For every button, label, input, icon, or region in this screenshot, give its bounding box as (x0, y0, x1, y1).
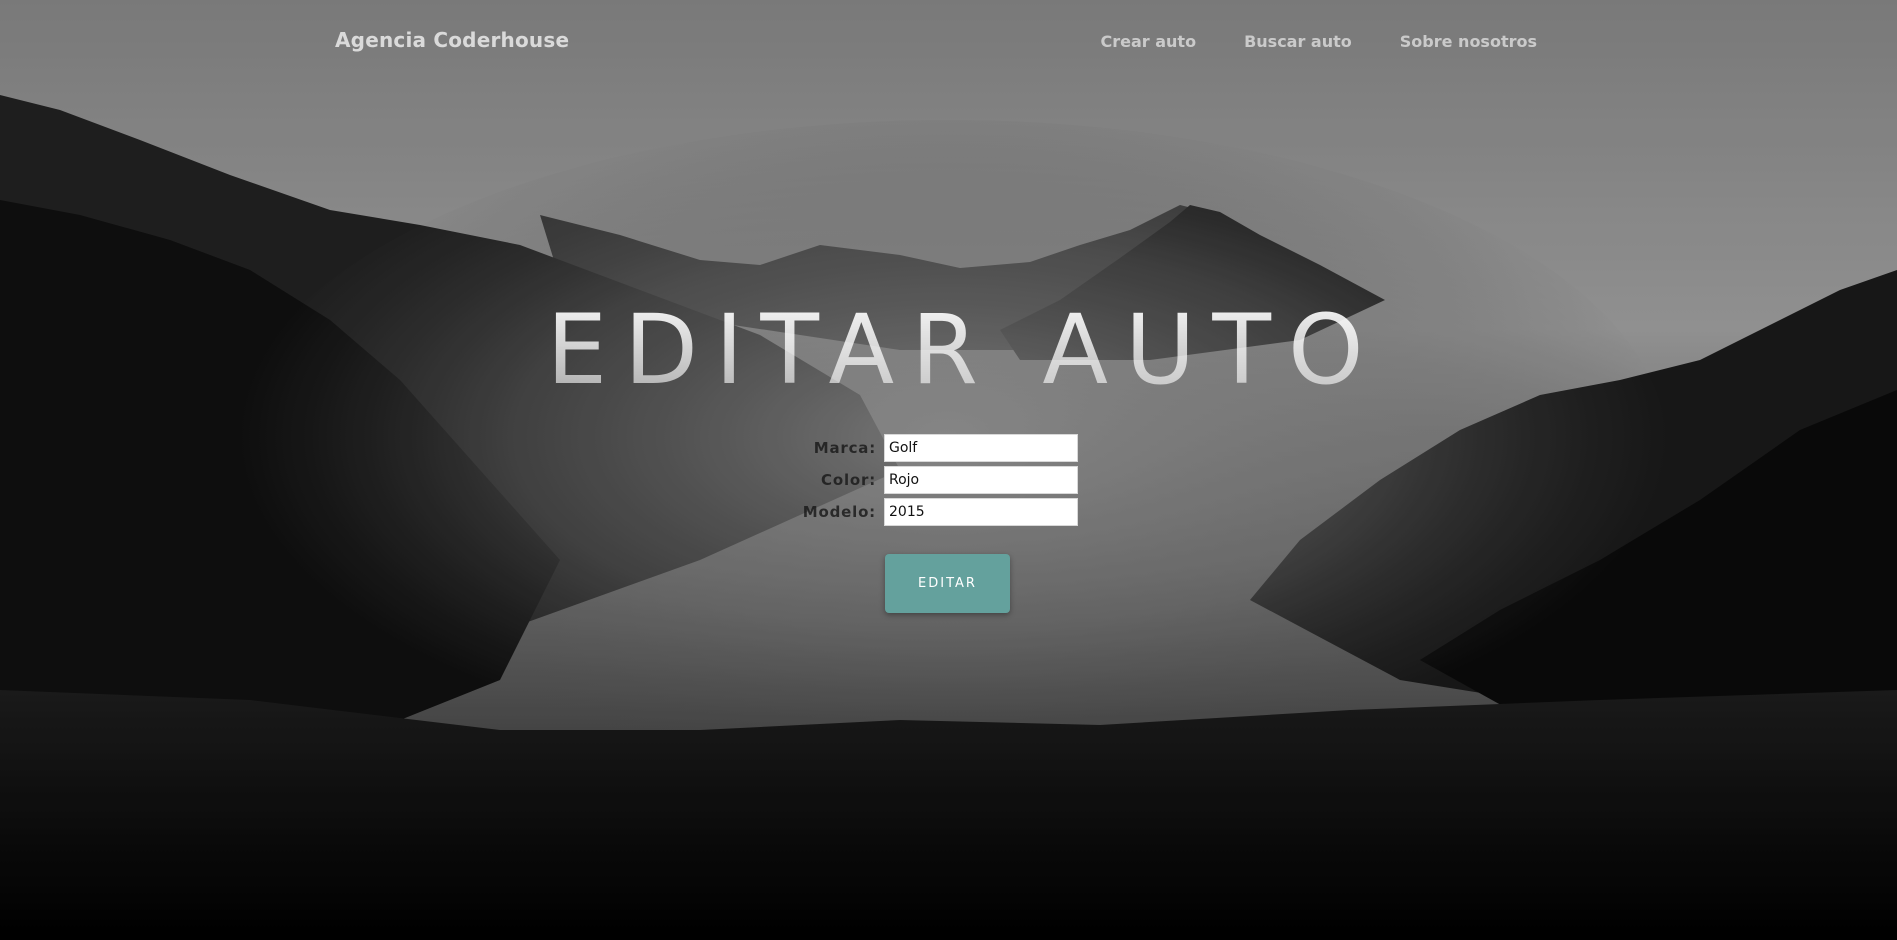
modelo-input[interactable] (884, 498, 1078, 526)
color-input[interactable] (884, 466, 1078, 494)
form-row-modelo: Modelo: (800, 498, 1100, 526)
editar-button[interactable]: EDITAR (885, 554, 1010, 613)
brand-link[interactable]: Agencia Coderhouse (335, 28, 569, 52)
form-row-marca: Marca: (800, 434, 1100, 462)
nav-link-crear-auto[interactable]: Crear auto (1101, 32, 1197, 51)
edit-auto-form: Marca: Color: Modelo: (800, 434, 1100, 530)
nav-link-buscar-auto[interactable]: Buscar auto (1244, 32, 1352, 51)
form-row-color: Color: (800, 466, 1100, 494)
navbar: Agencia Coderhouse Crear auto Buscar aut… (0, 0, 1897, 86)
color-label: Color: (821, 471, 876, 489)
modelo-label: Modelo: (802, 503, 876, 521)
marca-input[interactable] (884, 434, 1078, 462)
marca-label: Marca: (813, 439, 876, 457)
page: Agencia Coderhouse Crear auto Buscar aut… (0, 0, 1897, 940)
nav-links: Crear auto Buscar auto Sobre nosotros (1101, 32, 1538, 51)
nav-link-sobre-nosotros[interactable]: Sobre nosotros (1400, 32, 1537, 51)
page-title: EDITAR AUTO (0, 302, 1897, 398)
